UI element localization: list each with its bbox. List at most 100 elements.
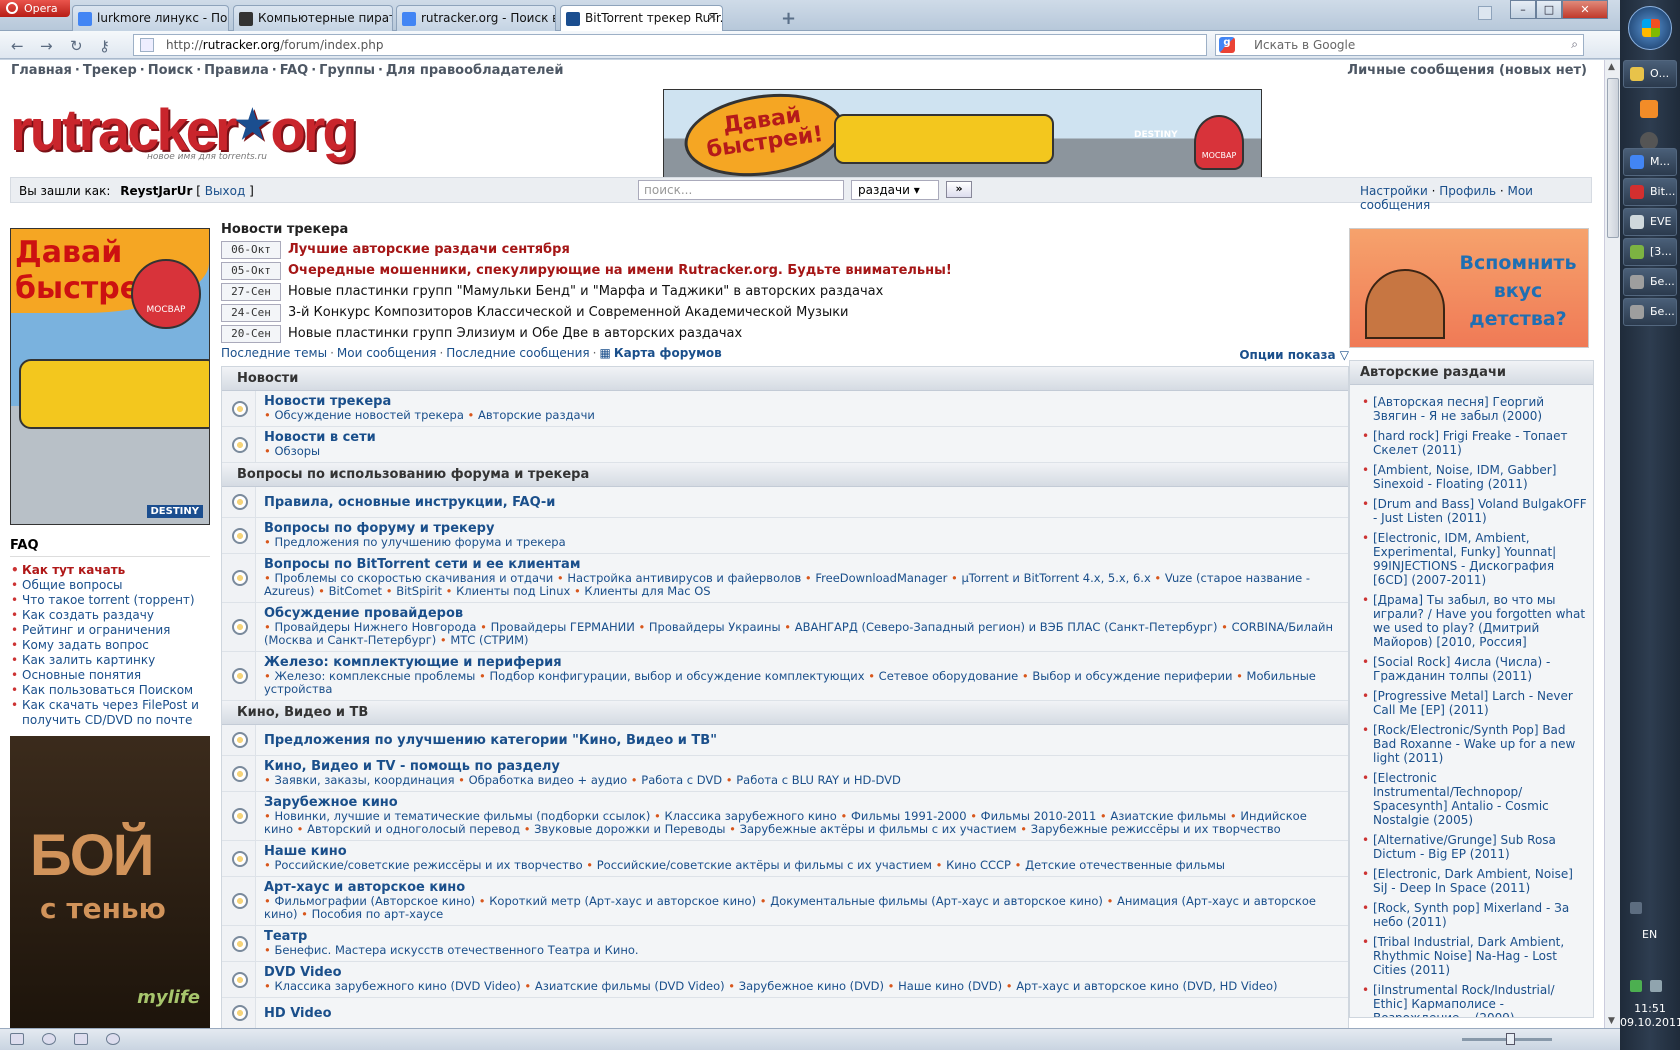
tab-close-icon[interactable]: ✕ bbox=[707, 10, 717, 24]
top-menu-item[interactable]: Поиск bbox=[148, 63, 193, 78]
start-button[interactable] bbox=[1628, 6, 1672, 50]
reload-icon[interactable]: ↻ bbox=[70, 37, 83, 55]
faq-item[interactable]: Кому задать вопрос bbox=[11, 638, 210, 653]
author-release-item[interactable]: [iInstrumental Rock/Industrial/ Ethic] К… bbox=[1362, 983, 1587, 1017]
forum-name-link[interactable]: Предложения по улучшению категории "Кино… bbox=[264, 733, 717, 748]
forum-name-link[interactable]: DVD Video bbox=[264, 965, 342, 980]
forum-name-link[interactable]: Обсуждение провайдеров bbox=[264, 606, 463, 621]
scroll-down-icon[interactable]: ▼ bbox=[1608, 1016, 1615, 1026]
forum-name-link[interactable]: Вопросы по BitTorrent сети и ее клиентам bbox=[264, 557, 580, 572]
subforum-link[interactable]: Авторские раздачи bbox=[478, 408, 595, 422]
page-scrollbar[interactable]: ▲ ▼ bbox=[1604, 60, 1620, 1028]
subforum-link[interactable]: МТС (СТРИМ) bbox=[450, 633, 528, 647]
search-scope-select[interactable]: раздачи ▾ bbox=[851, 180, 939, 200]
subforum-link[interactable]: Классика зарубежного кино (DVD Video) bbox=[274, 979, 520, 993]
subforum-link[interactable]: Зарубежные режиссёры и их творчество bbox=[1031, 822, 1281, 836]
faq-item[interactable]: Как создать раздачу bbox=[11, 608, 210, 623]
tray-arrow-icon[interactable] bbox=[1630, 902, 1642, 914]
search-go-button[interactable]: » bbox=[946, 181, 972, 198]
opera-menu-button[interactable]: Opera bbox=[0, 0, 70, 17]
forum-name-link[interactable]: Новости трекера bbox=[264, 394, 391, 409]
subforum-link[interactable]: Азиатские фильмы (DVD Video) bbox=[535, 979, 725, 993]
quick-link[interactable]: Мои сообщения bbox=[337, 346, 437, 360]
news-link[interactable]: Очередные мошенники, спекулирующие на им… bbox=[288, 263, 952, 278]
tray-network-icon[interactable] bbox=[1630, 980, 1642, 992]
left-ad-banner[interactable]: Давай быстрей! МОСВАР DESTINY bbox=[10, 228, 210, 525]
user-link[interactable]: Профиль bbox=[1439, 184, 1496, 198]
subforum-link[interactable]: Фильмы 1991-2000 bbox=[851, 809, 967, 823]
taskbar-button[interactable]: Бе... bbox=[1623, 268, 1677, 296]
back-icon[interactable]: ← bbox=[11, 37, 24, 55]
subforum-link[interactable]: Пособия по арт-хаусе bbox=[312, 907, 444, 921]
subforum-link[interactable]: Звуковые дорожки и Переводы bbox=[534, 822, 725, 836]
maximize-button[interactable]: □ bbox=[1536, 0, 1562, 19]
category-header[interactable]: Вопросы по использованию форума и трекер… bbox=[222, 463, 1348, 487]
taskbar-button[interactable]: M... bbox=[1623, 148, 1677, 176]
turbo-icon[interactable] bbox=[106, 1033, 120, 1045]
subforum-link[interactable]: Новинки, лучшие и тематические фильмы (п… bbox=[274, 809, 650, 823]
right-ad-banner[interactable]: Вспомнить вкус детства? bbox=[1349, 228, 1589, 348]
faq-item[interactable]: Как пользоваться Поиском bbox=[11, 683, 210, 698]
subforum-link[interactable]: Наше кино (DVD) bbox=[898, 979, 1002, 993]
wand-icon[interactable]: ⚷ bbox=[99, 37, 110, 55]
scrollbar-thumb[interactable] bbox=[1607, 78, 1619, 238]
subforum-link[interactable]: Выбор и обсуждение периферии bbox=[1032, 669, 1232, 683]
subforum-link[interactable]: Авторский и одноголосый перевод bbox=[307, 822, 520, 836]
author-release-item[interactable]: [Electronic Instrumental/Technopop/ Spac… bbox=[1362, 771, 1587, 827]
new-tab-button[interactable]: + bbox=[781, 8, 796, 29]
forum-name-link[interactable]: Арт-хаус и авторское кино bbox=[264, 880, 465, 895]
subforum-link[interactable]: Настройка антивирусов и файерволов bbox=[567, 571, 801, 585]
search-icon[interactable]: ⌕ bbox=[1571, 37, 1578, 52]
forum-name-link[interactable]: Театр bbox=[264, 929, 307, 944]
subforum-link[interactable]: Провайдеры ГЕРМАНИИ bbox=[491, 620, 635, 634]
cloud-icon[interactable] bbox=[42, 1033, 56, 1045]
category-header[interactable]: Новости bbox=[222, 367, 1348, 391]
subforum-link[interactable]: Арт-хаус и авторское кино (DVD, HD Video… bbox=[1016, 979, 1277, 993]
subforum-link[interactable]: Короткий метр (Арт-хаус и авторское кино… bbox=[489, 894, 756, 908]
subforum-link[interactable]: Кино СССР bbox=[946, 858, 1011, 872]
subforum-link[interactable]: Обсуждение новостей трекера bbox=[274, 408, 463, 422]
faq-item[interactable]: Как залить картинку bbox=[11, 653, 210, 668]
top-menu-item[interactable]: Правила bbox=[204, 63, 269, 78]
browser-tab[interactable]: rutracker.org - Поиск в... bbox=[396, 5, 556, 31]
minimize-button[interactable]: – bbox=[1510, 0, 1536, 19]
subforum-link[interactable]: Работа с DVD bbox=[641, 773, 722, 787]
top-ad-banner[interactable]: Давай быстрей! DESTINY МОСВАР bbox=[663, 89, 1262, 179]
forum-name-link[interactable]: Правила, основные инструкции, FAQ-и bbox=[264, 495, 555, 510]
taskbar-button[interactable]: Бе... bbox=[1623, 298, 1677, 326]
taskbar-button[interactable]: EVE bbox=[1623, 208, 1677, 236]
forum-name-link[interactable]: Железо: комплектующие и периферия bbox=[264, 655, 562, 670]
taskbar-button[interactable]: Bit... bbox=[1623, 178, 1677, 206]
news-link[interactable]: Новые пластинки групп "Мамульки Бенд" и … bbox=[288, 284, 883, 299]
author-release-item[interactable]: [Tribal Industrial, Dark Ambient, Rhythm… bbox=[1362, 935, 1587, 977]
subforum-link[interactable]: Предложения по улучшению форума и трекер… bbox=[274, 535, 565, 549]
news-link[interactable]: Новые пластинки групп Элизиум и Обе Две … bbox=[288, 326, 742, 341]
media-player-icon[interactable] bbox=[1640, 100, 1658, 118]
faq-item[interactable]: Что такое torrent (торрент) bbox=[11, 593, 210, 608]
category-header[interactable]: Кино, Видео и ТВ bbox=[222, 701, 1348, 725]
subforum-link[interactable]: Железо: комплексные проблемы bbox=[274, 669, 475, 683]
tray-volume-icon[interactable] bbox=[1650, 980, 1662, 992]
private-messages-link[interactable]: Личные сообщения (новых нет) bbox=[1347, 63, 1587, 78]
display-options-link[interactable]: Опции показа ▽ bbox=[1239, 348, 1349, 362]
forum-name-link[interactable]: Зарубежное кино bbox=[264, 795, 398, 810]
top-menu-item[interactable]: Группы bbox=[319, 63, 375, 78]
subforum-link[interactable]: Зарубежные актёры и фильмы с их участием bbox=[740, 822, 1017, 836]
subforum-link[interactable]: Детские отечественные фильмы bbox=[1025, 858, 1225, 872]
google-icon[interactable]: g bbox=[1219, 37, 1235, 53]
author-release-item[interactable]: [Social Rock] 4исла (Числа) - Гражданин … bbox=[1362, 655, 1587, 683]
zoom-slider[interactable] bbox=[1462, 1033, 1552, 1045]
forum-name-link[interactable]: Новости в сети bbox=[264, 430, 376, 445]
subforum-link[interactable]: Фильмы 2010-2011 bbox=[981, 809, 1097, 823]
forum-name-link[interactable]: Кино, Видео и TV - помощь по разделу bbox=[264, 759, 560, 774]
top-menu-item[interactable]: FAQ bbox=[280, 63, 309, 78]
author-release-item[interactable]: [Драма] Ты забыл, во что мы играли? / Ha… bbox=[1362, 593, 1587, 649]
browser-tab[interactable]: BitTorrent трекер RuTr... ✕ bbox=[560, 5, 723, 32]
subforum-link[interactable]: Сетевое оборудование bbox=[879, 669, 1019, 683]
subforum-link[interactable]: Азиатские фильмы bbox=[1110, 809, 1226, 823]
author-release-item[interactable]: [Drum and Bass] Voland BulgakOFF - Just … bbox=[1362, 497, 1587, 525]
panel-toggle-icon[interactable] bbox=[10, 1033, 24, 1045]
subforum-link[interactable]: Зарубежное кино (DVD) bbox=[739, 979, 884, 993]
faq-item[interactable]: Рейтинг и ограничения bbox=[11, 623, 210, 638]
faq-item[interactable]: Общие вопросы bbox=[11, 578, 210, 593]
